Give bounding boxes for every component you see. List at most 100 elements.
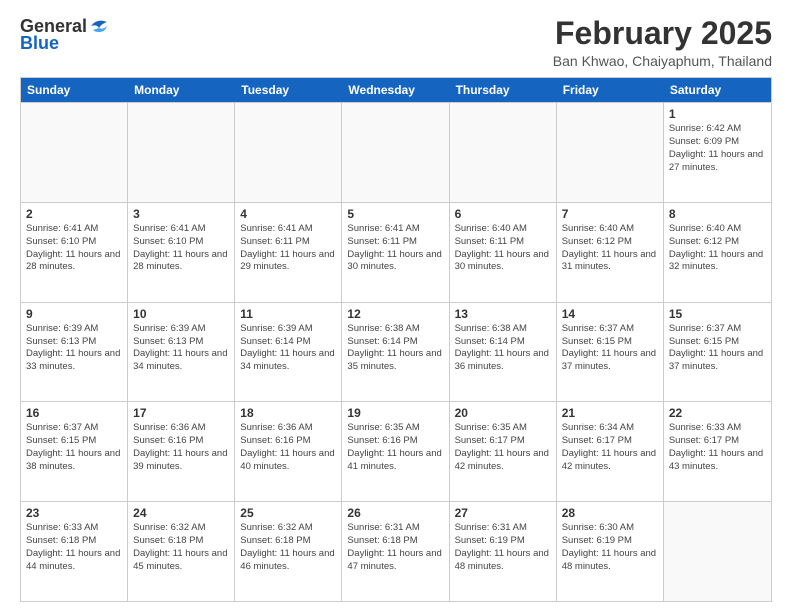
day-info: Sunrise: 6:35 AM Sunset: 6:16 PM Dayligh… (347, 422, 443, 473)
location-title: Ban Khwao, Chaiyaphum, Thailand (553, 53, 772, 69)
day-info: Sunrise: 6:35 AM Sunset: 6:17 PM Dayligh… (455, 422, 551, 473)
day-info: Sunrise: 6:40 AM Sunset: 6:11 PM Dayligh… (455, 223, 551, 274)
calendar-body: 1 Sunrise: 6:42 AM Sunset: 6:09 PM Daylig… (21, 102, 771, 601)
day-number: 21 (562, 406, 658, 420)
calendar-cell-13: 13Sunrise: 6:38 AM Sunset: 6:14 PM Dayli… (450, 303, 557, 402)
calendar-cell-12: 12 Sunrise: 6:38 AM Sunset: 6:14 PM Dayli… (342, 303, 449, 402)
calendar-cell-empty (664, 502, 771, 601)
calendar-row-4: 23Sunrise: 6:33 AM Sunset: 6:18 PM Dayli… (21, 501, 771, 601)
calendar-cell-empty (557, 103, 664, 202)
day-info: Sunrise: 6:42 AM Sunset: 6:09 PM Dayligh… (669, 123, 766, 174)
day-info: Sunrise: 6:32 AM Sunset: 6:18 PM Dayligh… (240, 522, 336, 573)
day-info: Sunrise: 6:30 AM Sunset: 6:19 PM Dayligh… (562, 522, 658, 573)
weekday-header-saturday: Saturday (664, 78, 771, 102)
day-info: Sunrise: 6:31 AM Sunset: 6:18 PM Dayligh… (347, 522, 443, 573)
day-number: 10 (133, 307, 229, 321)
title-block: February 2025 Ban Khwao, Chaiyaphum, Tha… (553, 16, 772, 69)
calendar-cell-22: 22 Sunrise: 6:33 AM Sunset: 6:17 PM Dayli… (664, 402, 771, 501)
day-info: Sunrise: 6:37 AM Sunset: 6:15 PM Dayligh… (669, 323, 766, 374)
logo: General Blue (20, 16, 109, 54)
calendar-row-1: 2 Sunrise: 6:41 AM Sunset: 6:10 PM Daylig… (21, 202, 771, 302)
page: General Blue February 2025 Ban Khwao, Ch… (0, 0, 792, 612)
calendar-cell-empty (128, 103, 235, 202)
weekday-header-wednesday: Wednesday (342, 78, 449, 102)
calendar-cell-1: 1 Sunrise: 6:42 AM Sunset: 6:09 PM Daylig… (664, 103, 771, 202)
calendar-cell-18: 18 Sunrise: 6:36 AM Sunset: 6:16 PM Dayli… (235, 402, 342, 501)
day-number: 11 (240, 307, 336, 321)
day-number: 15 (669, 307, 766, 321)
day-number: 28 (562, 506, 658, 520)
day-number: 14 (562, 307, 658, 321)
calendar-cell-empty (21, 103, 128, 202)
day-number: 5 (347, 207, 443, 221)
day-number: 20 (455, 406, 551, 420)
calendar-cell-2: 2 Sunrise: 6:41 AM Sunset: 6:10 PM Daylig… (21, 203, 128, 302)
day-info: Sunrise: 6:40 AM Sunset: 6:12 PM Dayligh… (669, 223, 766, 274)
calendar-cell-empty (450, 103, 557, 202)
calendar-cell-25: 25Sunrise: 6:32 AM Sunset: 6:18 PM Dayli… (235, 502, 342, 601)
day-info: Sunrise: 6:39 AM Sunset: 6:13 PM Dayligh… (26, 323, 122, 374)
calendar-cell-17: 17Sunrise: 6:36 AM Sunset: 6:16 PM Dayli… (128, 402, 235, 501)
calendar-cell-23: 23Sunrise: 6:33 AM Sunset: 6:18 PM Dayli… (21, 502, 128, 601)
calendar-cell-15: 15 Sunrise: 6:37 AM Sunset: 6:15 PM Dayli… (664, 303, 771, 402)
day-info: Sunrise: 6:40 AM Sunset: 6:12 PM Dayligh… (562, 223, 658, 274)
calendar-cell-24: 24 Sunrise: 6:32 AM Sunset: 6:18 PM Dayli… (128, 502, 235, 601)
day-number: 7 (562, 207, 658, 221)
day-info: Sunrise: 6:39 AM Sunset: 6:13 PM Dayligh… (133, 323, 229, 374)
day-info: Sunrise: 6:33 AM Sunset: 6:17 PM Dayligh… (669, 422, 766, 473)
day-number: 22 (669, 406, 766, 420)
day-number: 6 (455, 207, 551, 221)
calendar-cell-19: 19 Sunrise: 6:35 AM Sunset: 6:16 PM Dayli… (342, 402, 449, 501)
weekday-header-sunday: Sunday (21, 78, 128, 102)
day-info: Sunrise: 6:37 AM Sunset: 6:15 PM Dayligh… (26, 422, 122, 473)
calendar-cell-9: 9Sunrise: 6:39 AM Sunset: 6:13 PM Daylig… (21, 303, 128, 402)
calendar-cell-21: 21Sunrise: 6:34 AM Sunset: 6:17 PM Dayli… (557, 402, 664, 501)
day-number: 2 (26, 207, 122, 221)
day-info: Sunrise: 6:37 AM Sunset: 6:15 PM Dayligh… (562, 323, 658, 374)
day-info: Sunrise: 6:41 AM Sunset: 6:10 PM Dayligh… (133, 223, 229, 274)
day-info: Sunrise: 6:38 AM Sunset: 6:14 PM Dayligh… (455, 323, 551, 374)
calendar-cell-20: 20 Sunrise: 6:35 AM Sunset: 6:17 PM Dayli… (450, 402, 557, 501)
day-number: 12 (347, 307, 443, 321)
weekday-header-monday: Monday (128, 78, 235, 102)
weekday-header-friday: Friday (557, 78, 664, 102)
day-number: 4 (240, 207, 336, 221)
day-info: Sunrise: 6:33 AM Sunset: 6:18 PM Dayligh… (26, 522, 122, 573)
calendar-row-0: 1 Sunrise: 6:42 AM Sunset: 6:09 PM Daylig… (21, 102, 771, 202)
calendar-cell-7: 7 Sunrise: 6:40 AM Sunset: 6:12 PM Daylig… (557, 203, 664, 302)
logo-blue-text: Blue (20, 33, 59, 54)
day-number: 3 (133, 207, 229, 221)
month-title: February 2025 (553, 16, 772, 51)
calendar-cell-empty (342, 103, 449, 202)
calendar-cell-4: 4 Sunrise: 6:41 AM Sunset: 6:11 PM Daylig… (235, 203, 342, 302)
calendar-cell-empty (235, 103, 342, 202)
calendar-cell-14: 14 Sunrise: 6:37 AM Sunset: 6:15 PM Dayli… (557, 303, 664, 402)
day-number: 27 (455, 506, 551, 520)
calendar-cell-27: 27 Sunrise: 6:31 AM Sunset: 6:19 PM Dayli… (450, 502, 557, 601)
calendar-cell-28: 28 Sunrise: 6:30 AM Sunset: 6:19 PM Dayli… (557, 502, 664, 601)
day-info: Sunrise: 6:32 AM Sunset: 6:18 PM Dayligh… (133, 522, 229, 573)
day-info: Sunrise: 6:41 AM Sunset: 6:10 PM Dayligh… (26, 223, 122, 274)
day-number: 19 (347, 406, 443, 420)
day-number: 17 (133, 406, 229, 420)
day-info: Sunrise: 6:36 AM Sunset: 6:16 PM Dayligh… (240, 422, 336, 473)
day-info: Sunrise: 6:38 AM Sunset: 6:14 PM Dayligh… (347, 323, 443, 374)
calendar-cell-6: 6 Sunrise: 6:40 AM Sunset: 6:11 PM Daylig… (450, 203, 557, 302)
day-info: Sunrise: 6:41 AM Sunset: 6:11 PM Dayligh… (240, 223, 336, 274)
day-number: 1 (669, 107, 766, 121)
day-number: 18 (240, 406, 336, 420)
calendar-cell-10: 10 Sunrise: 6:39 AM Sunset: 6:13 PM Dayli… (128, 303, 235, 402)
calendar-header: SundayMondayTuesdayWednesdayThursdayFrid… (21, 78, 771, 102)
calendar-cell-5: 5Sunrise: 6:41 AM Sunset: 6:11 PM Daylig… (342, 203, 449, 302)
calendar-cell-26: 26Sunrise: 6:31 AM Sunset: 6:18 PM Dayli… (342, 502, 449, 601)
day-info: Sunrise: 6:31 AM Sunset: 6:19 PM Dayligh… (455, 522, 551, 573)
calendar-row-2: 9Sunrise: 6:39 AM Sunset: 6:13 PM Daylig… (21, 302, 771, 402)
calendar-cell-8: 8 Sunrise: 6:40 AM Sunset: 6:12 PM Daylig… (664, 203, 771, 302)
day-number: 8 (669, 207, 766, 221)
weekday-header-thursday: Thursday (450, 78, 557, 102)
day-info: Sunrise: 6:39 AM Sunset: 6:14 PM Dayligh… (240, 323, 336, 374)
day-number: 24 (133, 506, 229, 520)
calendar-row-3: 16Sunrise: 6:37 AM Sunset: 6:15 PM Dayli… (21, 401, 771, 501)
logo-bird-icon (89, 18, 109, 34)
calendar-cell-11: 11 Sunrise: 6:39 AM Sunset: 6:14 PM Dayli… (235, 303, 342, 402)
